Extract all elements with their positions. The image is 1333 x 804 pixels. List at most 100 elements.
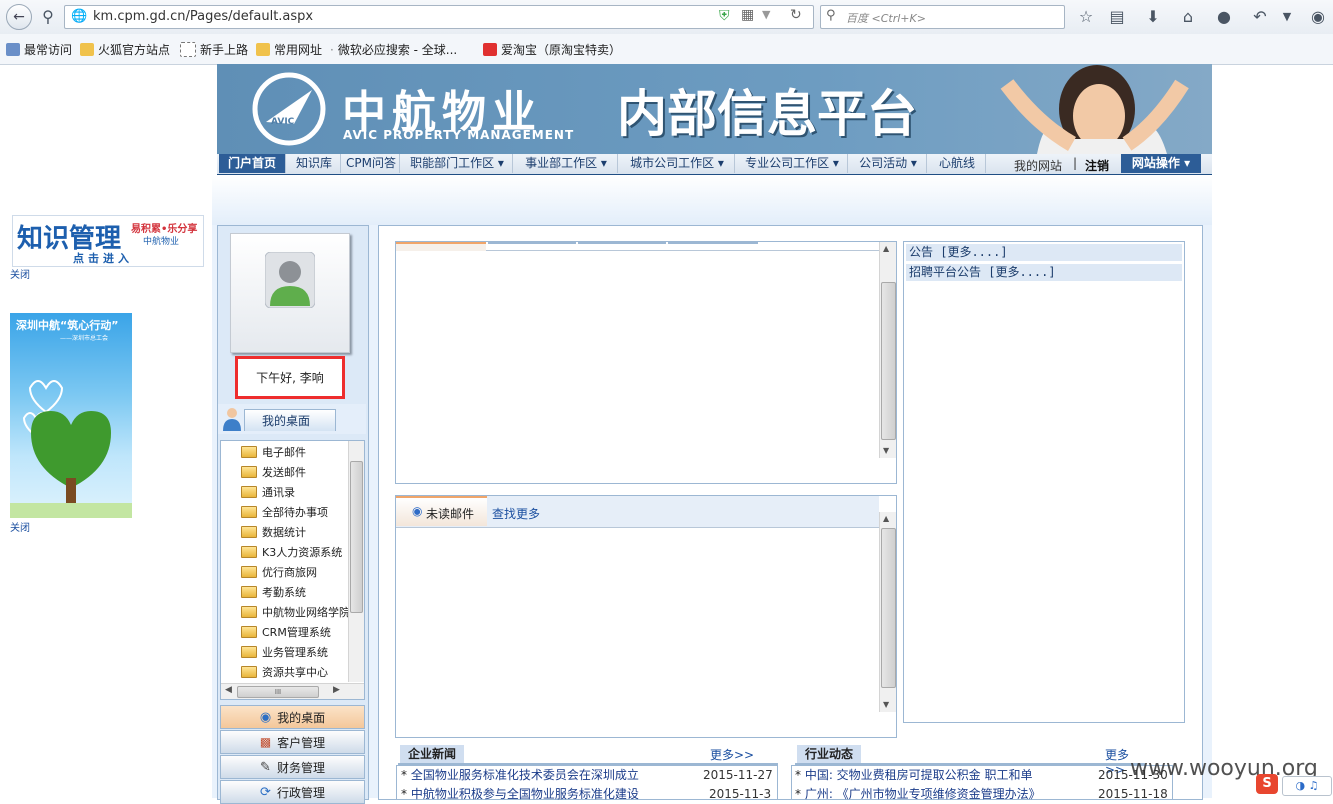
scroll-up-icon[interactable]: ▲ xyxy=(883,244,889,253)
tree-item-statistics[interactable]: 数据统计 xyxy=(241,522,306,542)
comment-icon[interactable]: ◉ xyxy=(1308,6,1328,26)
globe-icon: ◉ xyxy=(259,709,272,725)
chevron-down-icon[interactable]: ▼ xyxy=(762,8,770,21)
bookmark-getting-started[interactable]: 新手上路 xyxy=(180,41,248,58)
tree-horizontal-scrollbar[interactable]: ◀ III ▶ xyxy=(221,683,364,699)
tree-item-send-mail[interactable]: 发送邮件 xyxy=(241,462,306,482)
logout-link[interactable]: 注销 xyxy=(1085,157,1109,174)
empty-tab-1[interactable] xyxy=(396,242,486,251)
reload-icon[interactable]: ↻ xyxy=(790,7,802,23)
avatar[interactable] xyxy=(230,233,350,353)
mail-panel-scrollbar[interactable]: ▲ ▼ xyxy=(879,512,896,712)
company-news-row[interactable]: * 全国物业服务标准化技术委员会在深圳成立 2015-11-27 xyxy=(401,766,773,784)
tree-item-travel[interactable]: 优行商旅网 xyxy=(241,562,317,582)
ad1-close-link[interactable]: 关闭 xyxy=(10,266,30,281)
tree-item-academy[interactable]: 中航物业网络学院 xyxy=(241,602,350,622)
menu-city-company[interactable]: 城市公司工作区 ▾ xyxy=(620,154,735,173)
notice-announcement-row[interactable]: 公告 [更多....] xyxy=(906,244,1182,261)
url-bar[interactable]: 🌐 km.cpm.gd.cn/Pages/default.aspx ⛨ ▦ ▼ … xyxy=(64,5,814,29)
tree-vertical-scrollbar[interactable] xyxy=(348,441,364,682)
nav-finance-mgmt-button[interactable]: ✎ 财务管理 xyxy=(220,755,365,779)
scroll-down-icon[interactable]: ▼ xyxy=(883,700,889,709)
ad2-close-link[interactable]: 关闭 xyxy=(10,519,30,534)
industry-news-row[interactable]: * 广州: 《广州市物业专项维修资金管理办法》 2015-11-18 xyxy=(795,785,1168,803)
home-icon[interactable]: ⌂ xyxy=(1178,6,1198,26)
search-input[interactable]: 百度 <Ctrl+K> xyxy=(846,10,926,26)
empty-tab-3[interactable] xyxy=(578,242,666,251)
reading-list-icon[interactable]: ▤ xyxy=(1107,6,1127,26)
back-arrow-icon[interactable]: ← xyxy=(6,4,32,30)
browser-navbar: ← ⚲ 🌐 km.cpm.gd.cn/Pages/default.aspx ⛨ … xyxy=(0,0,1333,34)
menu-specialized-company[interactable]: 专业公司工作区 ▾ xyxy=(737,154,848,173)
zhuxin-action-ad[interactable]: 深圳中航“筑心行动” ——深圳市总工会 xyxy=(10,313,132,518)
bookmark-firefox-site[interactable]: 火狐官方站点 xyxy=(80,41,170,58)
folder-icon xyxy=(241,626,257,638)
company-news-row[interactable]: * 中航物业积极参与全国物业服务标准化建设 2015-11-3 xyxy=(401,785,773,803)
notice-recruitment-row[interactable]: 招聘平台公告 [更多....] xyxy=(906,264,1182,281)
news-title: 广州: 《广州市物业专项维修资金管理办法》 xyxy=(804,787,1041,801)
top-panel-scrollbar[interactable]: ▲ ▼ xyxy=(879,242,896,458)
dot-icon: · xyxy=(330,42,334,57)
star-bookmark-icon[interactable]: ☆ xyxy=(1076,6,1096,26)
scroll-right-icon[interactable]: ▶ xyxy=(333,685,340,695)
menu-business-unit[interactable]: 事业部工作区 ▾ xyxy=(515,154,618,173)
my-desktop-tab[interactable]: 我的桌面 xyxy=(218,404,366,434)
tree-item-resource-center[interactable]: 资源共享中心 xyxy=(241,662,328,682)
search-icon: ⚲ xyxy=(826,8,836,23)
chat-icon[interactable]: ● xyxy=(1214,6,1234,26)
tree-item-email[interactable]: 电子邮件 xyxy=(241,442,306,462)
scroll-up-icon[interactable]: ▲ xyxy=(883,514,889,523)
unread-mail-label: 未读邮件 xyxy=(426,507,475,521)
page-icon xyxy=(180,42,196,57)
bookmark-most-visited[interactable]: 最常访问 xyxy=(6,41,72,58)
menu-xinhangxian[interactable]: 心航线 xyxy=(929,154,986,173)
tree-item-crm[interactable]: CRM管理系统 xyxy=(241,622,331,642)
shield-icon[interactable]: ⛨ xyxy=(719,8,730,24)
find-more-link[interactable]: 查找更多 xyxy=(492,505,540,522)
site-ops-button[interactable]: 网站操作 ▾ xyxy=(1121,154,1201,173)
menu-cpm-qa[interactable]: CPM问答 xyxy=(343,154,400,173)
empty-tab-2[interactable] xyxy=(488,242,576,251)
download-icon[interactable]: ⬇ xyxy=(1143,6,1163,26)
tree-scroll-thumb[interactable] xyxy=(350,461,363,613)
my-site-link[interactable]: 我的网站 xyxy=(1014,157,1062,174)
top-panel-scroll-thumb[interactable] xyxy=(881,282,896,440)
ime-toolbar[interactable]: ◑ ♫ xyxy=(1282,776,1332,796)
bookmark-aitaobao[interactable]: 爱淘宝（原淘宝特卖） xyxy=(483,41,621,58)
bookmark-common-urls[interactable]: 常用网址 xyxy=(256,41,322,58)
key-icon[interactable]: ⚲ xyxy=(38,6,58,26)
menu-knowledge-base[interactable]: 知识库 xyxy=(288,154,341,173)
folder-icon xyxy=(241,486,257,498)
nav-my-desktop-button[interactable]: ◉ 我的桌面 xyxy=(220,705,365,729)
bullet-icon: * xyxy=(795,768,805,782)
news-date: 2015-11-18 xyxy=(1098,787,1168,801)
nav-customer-mgmt-button[interactable]: ▩ 客户管理 xyxy=(220,730,365,754)
mail-scroll-thumb[interactable] xyxy=(881,528,896,688)
industry-news-row[interactable]: * 中国: 交物业费租房可提取公积金 职工和单 2015-11-30 xyxy=(795,766,1168,784)
tree-item-business[interactable]: 业务管理系统 xyxy=(241,642,328,662)
search-bar[interactable]: ⚲ 百度 <Ctrl+K> xyxy=(820,5,1065,29)
bookmark-bing[interactable]: · 微软必应搜索 - 全球... xyxy=(330,41,457,58)
knowledge-management-ad[interactable]: 知识管理 易积累•乐分享 中航物业 点击进入 xyxy=(12,215,204,267)
company-news-more-link[interactable]: 更多>> xyxy=(710,746,754,763)
tree-item-todos[interactable]: 全部待办事项 xyxy=(241,502,328,522)
scroll-left-icon[interactable]: ◀ xyxy=(225,685,232,695)
tree-item-attendance[interactable]: 考勤系统 xyxy=(241,582,306,602)
qr-code-icon[interactable]: ▦ xyxy=(741,7,754,23)
menu-chevron-icon[interactable]: ▼ xyxy=(1277,6,1297,26)
empty-tab-4[interactable] xyxy=(668,242,758,251)
notice-panel: 公告 [更多....] 招聘平台公告 [更多....] xyxy=(903,241,1185,723)
menu-company-activities[interactable]: 公司活动 ▾ xyxy=(850,154,927,173)
unread-mail-tab[interactable]: ◉ 未读邮件 xyxy=(396,496,487,526)
tree-item-k3-hr[interactable]: K3人力资源系统 xyxy=(241,542,342,562)
undo-icon[interactable]: ↶ xyxy=(1250,6,1270,26)
menu-functional-dept[interactable]: 职能部门工作区 ▾ xyxy=(402,154,513,173)
nav-admin-mgmt-button[interactable]: ⟳ 行政管理 xyxy=(220,780,365,804)
refresh-gear-icon: ⟳ xyxy=(260,784,271,800)
tree-item-contacts[interactable]: 通讯录 xyxy=(241,482,295,502)
avic-logo-icon xyxy=(252,72,326,146)
tree-hscroll-thumb[interactable]: III xyxy=(237,686,319,698)
scroll-down-icon[interactable]: ▼ xyxy=(883,446,889,455)
ime-sogou-icon[interactable]: S xyxy=(1256,774,1278,794)
menu-portal-home[interactable]: 门户首页 xyxy=(219,154,286,173)
